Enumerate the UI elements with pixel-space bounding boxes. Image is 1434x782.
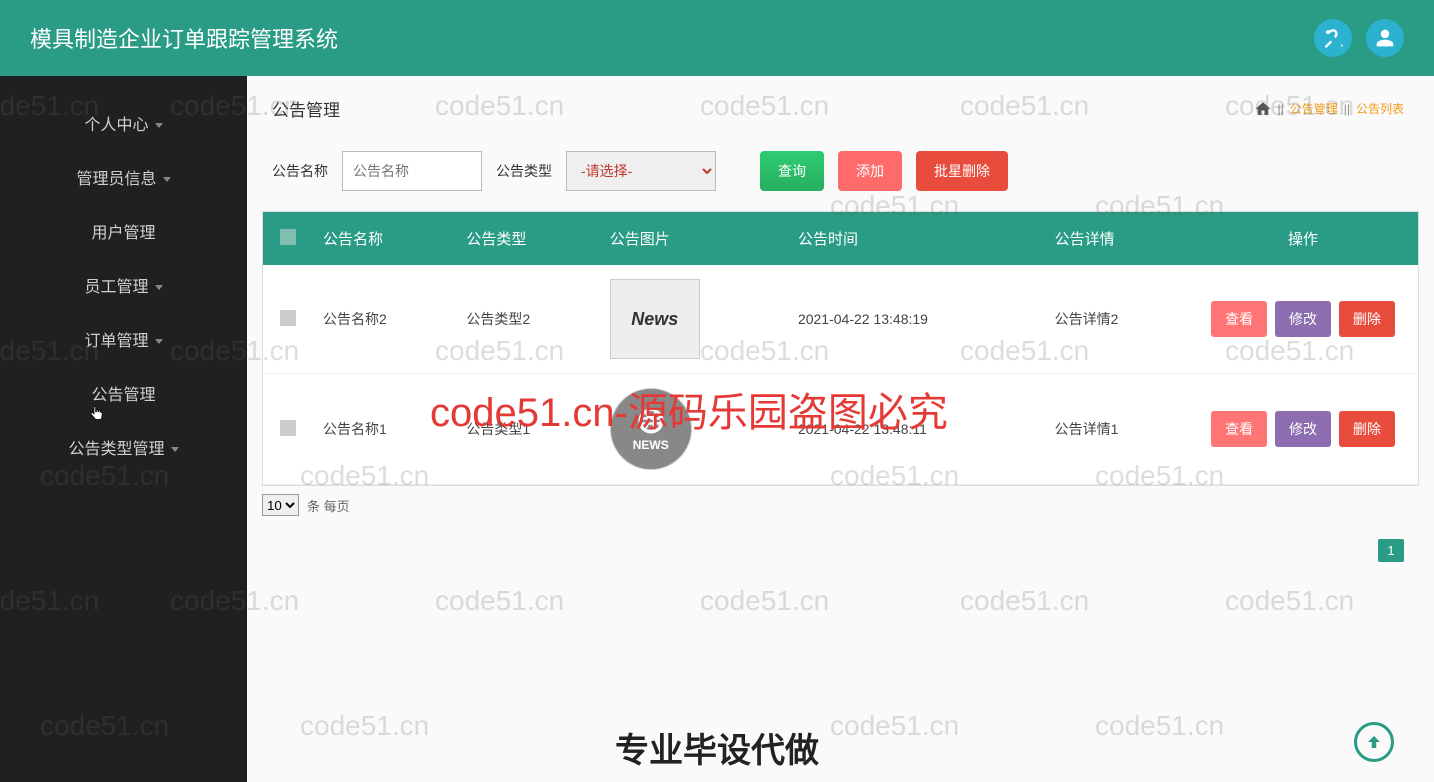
row-checkbox[interactable]: [280, 420, 296, 436]
sidebar-item-staff[interactable]: 员工管理: [0, 258, 247, 312]
scroll-top-button[interactable]: [1354, 722, 1394, 762]
news-image: News: [610, 279, 700, 359]
col-detail: 公告详情: [1045, 212, 1188, 265]
sidebar-item-orders[interactable]: 订单管理: [0, 312, 247, 366]
filter-type-select[interactable]: -请选择-: [566, 151, 716, 191]
view-button[interactable]: 查看: [1211, 411, 1267, 447]
cell-detail: 公告详情2: [1045, 265, 1188, 374]
sidebar-item-notices[interactable]: 公告管理: [0, 366, 247, 420]
cell-type: 公告类型2: [456, 265, 599, 374]
col-image: 公告图片: [600, 212, 788, 265]
breadcrumb-link-2[interactable]: 公告列表: [1356, 100, 1404, 117]
table-row: 公告名称2 公告类型2 News 2021-04-22 13:48:19 公告详…: [263, 265, 1418, 374]
breadcrumb: || 公告管理 || 公告列表: [1254, 100, 1405, 118]
app-title: 模具制造企业订单跟踪管理系统: [30, 22, 338, 54]
filter-type-label: 公告类型: [496, 161, 552, 181]
breadcrumb-sep: ||: [1344, 102, 1350, 116]
col-name: 公告名称: [313, 212, 456, 265]
search-button[interactable]: 查询: [760, 151, 824, 191]
cell-name: 公告名称2: [313, 265, 456, 374]
delete-button[interactable]: 删除: [1339, 301, 1395, 337]
col-action: 操作: [1188, 212, 1418, 265]
tools-icon-button[interactable]: [1314, 19, 1352, 57]
sidebar-item-notice-types[interactable]: 公告类型管理: [0, 420, 247, 474]
sidebar: 个人中心 管理员信息 用户管理 员工管理 订单管理 公告管理 公告类型管理: [0, 76, 247, 782]
page-size-select[interactable]: 10: [262, 494, 299, 516]
table-row: 公告名称1 公告类型1 NEWS 2021-04-22 13:48:11 公告详…: [263, 374, 1418, 485]
cell-time: 2021-04-22 13:48:19: [788, 265, 1045, 374]
sidebar-item-personal[interactable]: 个人中心: [0, 96, 247, 150]
user-icon: [1375, 28, 1395, 48]
home-icon[interactable]: [1254, 100, 1272, 118]
main-content: 公告管理 || 公告管理 || 公告列表 公告名称 公告类型 -请选择- 查询 …: [247, 76, 1434, 782]
data-table: 公告名称 公告类型 公告图片 公告时间 公告详情 操作 公告名称2 公告类型2 …: [263, 212, 1418, 485]
edit-button[interactable]: 修改: [1275, 301, 1331, 337]
cell-time: 2021-04-22 13:48:11: [788, 374, 1045, 485]
tools-icon: [1323, 28, 1343, 48]
data-table-wrap: 公告名称 公告类型 公告图片 公告时间 公告详情 操作 公告名称2 公告类型2 …: [262, 211, 1419, 486]
col-type: 公告类型: [456, 212, 599, 265]
news-image: NEWS: [610, 388, 692, 470]
batch-delete-button[interactable]: 批星删除: [916, 151, 1008, 191]
user-icon-button[interactable]: [1366, 19, 1404, 57]
view-button[interactable]: 查看: [1211, 301, 1267, 337]
sidebar-item-users[interactable]: 用户管理: [0, 204, 247, 258]
page-number[interactable]: 1: [1378, 539, 1404, 562]
add-button[interactable]: 添加: [838, 151, 902, 191]
col-time: 公告时间: [788, 212, 1045, 265]
edit-button[interactable]: 修改: [1275, 411, 1331, 447]
header-actions: [1314, 19, 1404, 57]
pagination: 1: [247, 539, 1404, 562]
cell-type: 公告类型1: [456, 374, 599, 485]
arrow-up-icon: [1365, 733, 1383, 751]
row-checkbox[interactable]: [280, 310, 296, 326]
select-all-checkbox[interactable]: [280, 229, 296, 245]
app-header: 模具制造企业订单跟踪管理系统: [0, 0, 1434, 76]
filter-name-input[interactable]: [342, 151, 482, 191]
filter-bar: 公告名称 公告类型 -请选择- 查询 添加 批星删除: [247, 131, 1434, 211]
breadcrumb-sep: ||: [1278, 102, 1284, 116]
breadcrumb-link-1[interactable]: 公告管理: [1290, 100, 1338, 117]
page-title: 公告管理: [272, 96, 340, 121]
pager: 10 条 每页: [247, 486, 1434, 524]
cell-detail: 公告详情1: [1045, 374, 1188, 485]
delete-button[interactable]: 删除: [1339, 411, 1395, 447]
sidebar-item-admin[interactable]: 管理员信息: [0, 150, 247, 204]
cell-name: 公告名称1: [313, 374, 456, 485]
pager-label: 条 每页: [307, 496, 350, 515]
filter-name-label: 公告名称: [272, 161, 328, 181]
